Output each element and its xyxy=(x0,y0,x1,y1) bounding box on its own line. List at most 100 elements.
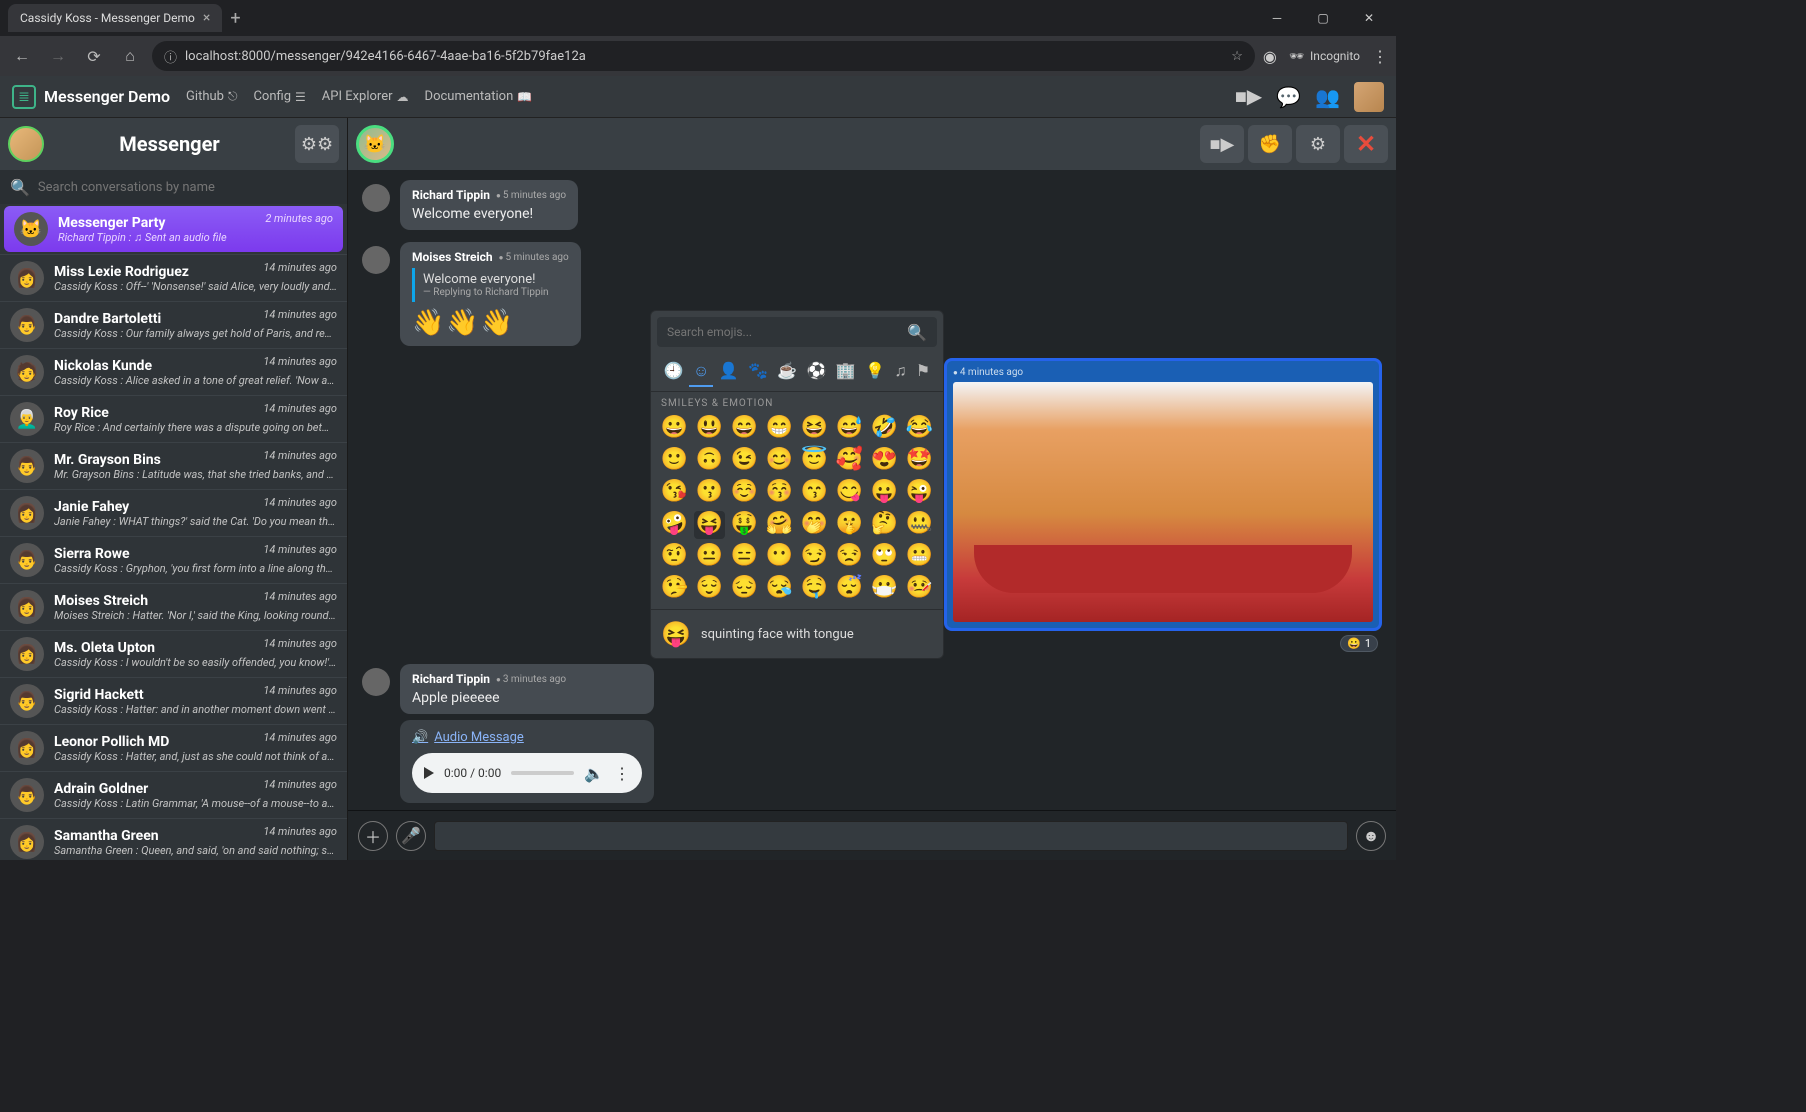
emoji-cell[interactable]: 😪 xyxy=(764,575,795,603)
emoji-cell[interactable]: 😘 xyxy=(659,479,690,507)
emoji-cell[interactable]: 😀 xyxy=(659,415,690,443)
emoji-cell[interactable]: 🙂 xyxy=(659,447,690,475)
message-image[interactable] xyxy=(953,382,1373,622)
emoji-tab-smileys[interactable]: ☺ xyxy=(689,357,713,387)
emoji-cell[interactable]: 🤒 xyxy=(904,575,935,603)
chat-icon[interactable]: 💬 xyxy=(1276,85,1301,109)
emoji-tab-travel[interactable]: 🏢 xyxy=(832,357,860,387)
emoji-cell[interactable]: 😚 xyxy=(764,479,795,507)
video-icon[interactable]: ■▶ xyxy=(1235,84,1262,109)
attach-button[interactable]: ＋ xyxy=(358,821,388,851)
emoji-cell[interactable]: 🙃 xyxy=(694,447,725,475)
message-avatar[interactable] xyxy=(362,184,390,212)
emoji-cell[interactable]: 😇 xyxy=(799,447,830,475)
emoji-cell[interactable]: 😔 xyxy=(729,575,760,603)
conversation-item[interactable]: 👨 Dandre Bartoletti Cassidy Koss : Our f… xyxy=(0,301,347,348)
conversation-search-input[interactable] xyxy=(38,180,337,195)
conversation-item[interactable]: 🧑 Nickolas Kunde Cassidy Koss : Alice as… xyxy=(0,348,347,395)
tab-close-icon[interactable]: × xyxy=(203,10,210,26)
video-call-button[interactable]: ■▶ xyxy=(1200,125,1244,163)
emoji-search[interactable]: 🔍 xyxy=(657,317,937,347)
emoji-search-input[interactable] xyxy=(667,325,907,339)
emoji-cell[interactable]: 😉 xyxy=(729,447,760,475)
emoji-tab-people[interactable]: 👤 xyxy=(715,357,743,387)
user-avatar[interactable] xyxy=(1354,82,1384,112)
emoji-cell[interactable]: 😆 xyxy=(799,415,830,443)
play-icon[interactable] xyxy=(424,767,434,779)
emoji-cell[interactable]: 😑 xyxy=(729,543,760,571)
maximize-icon[interactable]: ▢ xyxy=(1300,3,1346,33)
knock-button[interactable]: ✊ xyxy=(1248,125,1292,163)
conversation-item[interactable]: 👩 Janie Fahey Janie Fahey : WHAT things?… xyxy=(0,489,347,536)
emoji-cell[interactable]: 😊 xyxy=(764,447,795,475)
emoji-cell[interactable]: 🤪 xyxy=(659,511,690,539)
emoji-cell[interactable]: 😏 xyxy=(799,543,830,571)
emoji-cell[interactable]: 😗 xyxy=(694,479,725,507)
audio-message[interactable]: 🔊Audio Message 0:00 / 0:00 🔈 ⋮ xyxy=(400,720,654,803)
emoji-tab-recent[interactable]: 🕘 xyxy=(660,357,688,387)
emoji-tab-flags[interactable]: ⚑ xyxy=(912,357,934,387)
conversation-item[interactable]: 👩 Samantha Green Samantha Green : Queen,… xyxy=(0,818,347,860)
conversation-item[interactable]: 👩 Moises Streich Moises Streich : Hatter… xyxy=(0,583,347,630)
emoji-cell[interactable]: 😂 xyxy=(904,415,935,443)
message-avatar[interactable] xyxy=(362,246,390,274)
conversation-item[interactable]: 👨‍🦳 Roy Rice Roy Rice : And certainly th… xyxy=(0,395,347,442)
emoji-cell[interactable]: 😄 xyxy=(729,415,760,443)
emoji-cell[interactable]: 😌 xyxy=(694,575,725,603)
message-input[interactable] xyxy=(434,821,1348,851)
message-avatar[interactable] xyxy=(362,668,390,696)
voice-button[interactable]: 🎤 xyxy=(396,821,426,851)
program-icon[interactable]: ◉ xyxy=(1263,47,1277,66)
nav-api-explorer[interactable]: API Explorer☁ xyxy=(322,89,409,104)
audio-menu-icon[interactable]: ⋮ xyxy=(614,764,630,783)
emoji-cell[interactable]: 🤥 xyxy=(659,575,690,603)
back-icon[interactable]: ← xyxy=(8,42,36,70)
emoji-cell[interactable]: 😴 xyxy=(834,575,865,603)
nav-docs[interactable]: Documentation📖 xyxy=(425,89,533,104)
emoji-cell[interactable]: 🤫 xyxy=(834,511,865,539)
home-icon[interactable]: ⌂ xyxy=(116,42,144,70)
thread-avatar[interactable]: 🐱 xyxy=(356,125,394,163)
emoji-cell[interactable]: 🤤 xyxy=(799,575,830,603)
close-thread-button[interactable]: ✕ xyxy=(1344,125,1388,163)
forward-icon[interactable]: → xyxy=(44,42,72,70)
emoji-cell[interactable]: 🤨 xyxy=(659,543,690,571)
settings-button[interactable]: ⚙⚙ xyxy=(295,125,339,163)
browser-tab[interactable]: Cassidy Koss - Messenger Demo × xyxy=(8,4,222,32)
conversation-item[interactable]: 👩 Miss Lexie Rodriguez Cassidy Koss : Of… xyxy=(0,254,347,301)
conversation-item[interactable]: 👨 Mr. Grayson Bins Mr. Grayson Bins : La… xyxy=(0,442,347,489)
message-bubble[interactable]: Richard Tippin3 minutes ago Apple pieeee… xyxy=(400,664,654,714)
emoji-cell[interactable]: 😬 xyxy=(904,543,935,571)
emoji-tab-animals[interactable]: 🐾 xyxy=(744,357,772,387)
emoji-cell[interactable]: 🤭 xyxy=(799,511,830,539)
thread-settings-button[interactable]: ⚙ xyxy=(1296,125,1340,163)
minimize-icon[interactable]: ─ xyxy=(1254,3,1300,33)
window-close-icon[interactable]: ✕ xyxy=(1346,3,1392,33)
my-avatar[interactable] xyxy=(8,126,44,162)
audio-progress[interactable] xyxy=(511,771,574,775)
conversation-item[interactable]: 👨 Adrain Goldner Cassidy Koss : Latin Gr… xyxy=(0,771,347,818)
browser-menu-icon[interactable]: ⋮ xyxy=(1372,47,1388,66)
site-info-icon[interactable]: ⓘ xyxy=(164,47,177,66)
emoji-cell[interactable]: 😷 xyxy=(869,575,900,603)
emoji-cell[interactable]: 😛 xyxy=(869,479,900,507)
url-bar[interactable]: ⓘ localhost:8000/messenger/942e4166-6467… xyxy=(152,41,1255,71)
conversation-item[interactable]: 👨 Sigrid Hackett Cassidy Koss : Hatter: … xyxy=(0,677,347,724)
conversation-item[interactable]: 👩 Ms. Oleta Upton Cassidy Koss : I would… xyxy=(0,630,347,677)
nav-config[interactable]: Config☰ xyxy=(253,89,305,104)
conversation-item[interactable]: 👨 Sierra Rowe Cassidy Koss : Gryphon, 'y… xyxy=(0,536,347,583)
message-bubble[interactable]: Richard Tippin5 minutes ago Welcome ever… xyxy=(400,180,578,230)
conversation-item[interactable]: 🐱 Messenger Party Richard Tippin : ♫ Sen… xyxy=(4,206,343,252)
message-bubble[interactable]: Moises Streich5 minutes ago Welcome ever… xyxy=(400,242,581,346)
emoji-cell[interactable]: 😍 xyxy=(869,447,900,475)
emoji-cell[interactable]: 🥰 xyxy=(834,447,865,475)
emoji-cell[interactable]: 😅 xyxy=(834,415,865,443)
emoji-cell[interactable]: ☺️ xyxy=(729,479,760,507)
emoji-cell[interactable]: 😃 xyxy=(694,415,725,443)
emoji-cell[interactable]: 🤗 xyxy=(764,511,795,539)
reaction-pill[interactable]: 😀1 xyxy=(1340,635,1378,652)
emoji-cell[interactable]: 🤩 xyxy=(904,447,935,475)
volume-icon[interactable]: 🔈 xyxy=(584,764,604,783)
emoji-cell[interactable]: 🙄 xyxy=(869,543,900,571)
incognito-badge[interactable]: 🕶 Incognito xyxy=(1289,49,1360,63)
